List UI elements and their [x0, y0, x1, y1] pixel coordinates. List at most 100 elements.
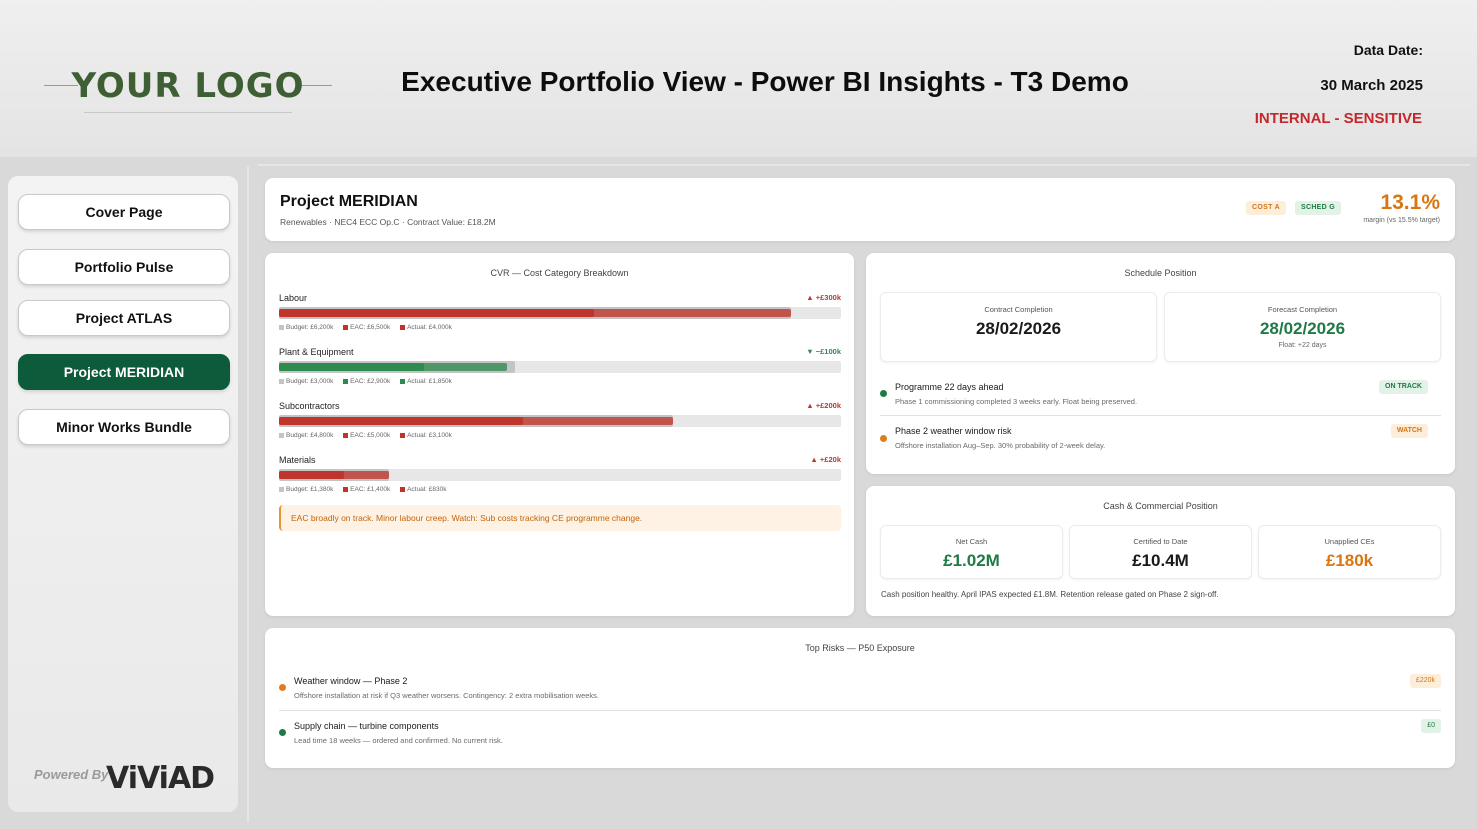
cost-status-badge: COST A [1246, 201, 1286, 215]
cvr-legend: Budget: £1,380k EAC: £1,400k Actual: £83… [279, 486, 454, 493]
cvr-actual-bar [279, 363, 424, 371]
certified-to-date-box: Certified to Date £10.4M [1069, 525, 1252, 579]
cvr-bar-track [279, 361, 841, 373]
risk-title: Supply chain — turbine components [294, 721, 439, 731]
sensitivity-label: INTERNAL - SENSITIVE [1254, 110, 1422, 127]
unapplied-ces-box: Unapplied CEs £180k [1258, 525, 1441, 579]
legend-eac: EAC: £1,400k [343, 486, 390, 493]
unapplied-ces-label: Unapplied CEs [1324, 537, 1375, 546]
cvr-row: Plant & Equipment ▼ −£100k Budget: £3,00… [279, 347, 841, 395]
forecast-completion-label: Forecast Completion [1267, 305, 1338, 314]
legend-budget-swatch [279, 324, 284, 330]
risk-divider [279, 710, 1441, 711]
legend-eac-swatch [343, 432, 349, 438]
cvr-row: Subcontractors ▲ +£200k Budget: £4,800k … [279, 401, 841, 449]
risks-card: Top Risks — P50 Exposure Weather window … [265, 628, 1455, 768]
legend-budget-text: Budget: £3,000k [286, 378, 334, 385]
legend-actual: Actual: £3,100k [400, 432, 452, 439]
cvr-card-title: CVR — Cost Category Breakdown [490, 268, 629, 278]
float-note: Float: +22 days [1278, 342, 1327, 349]
legend-actual-swatch [400, 432, 406, 438]
project-name: Project MERIDIAN [280, 193, 418, 210]
nav-project-meridian-button[interactable]: Project MERIDIAN [18, 354, 230, 390]
risks-card-title: Top Risks — P50 Exposure [805, 643, 915, 653]
legend-actual-text: Actual: £830k [407, 486, 447, 493]
cvr-card: CVR — Cost Category Breakdown Labour ▲ +… [265, 253, 854, 616]
risk-exposure-badge: £0 [1421, 719, 1441, 733]
risk-desc: Offshore installation at risk if Q3 weat… [294, 691, 600, 700]
schedule-card-title: Schedule Position [1124, 268, 1197, 278]
powered-by-label: Powered By [34, 767, 109, 782]
legend-eac-swatch [343, 486, 349, 492]
legend-actual: Actual: £4,000k [400, 324, 452, 331]
unapplied-ces-value: £180k [1325, 551, 1374, 570]
schedule-card: Schedule Position Contract Completion 28… [866, 253, 1455, 474]
cvr-bar-track [279, 307, 841, 319]
legend-eac-swatch [343, 378, 349, 384]
risk-dot [279, 684, 286, 691]
cvr-row-label: Materials [279, 455, 316, 465]
legend-budget-swatch [279, 378, 284, 384]
schedule-item-title: Phase 2 weather window risk [895, 426, 1012, 436]
report-header: YOUR LOGO Executive Portfolio View - Pow… [0, 0, 1477, 157]
legend-budget: Budget: £4,800k [279, 432, 333, 439]
cvr-row-label: Labour [279, 293, 308, 303]
legend-budget-text: Budget: £6,200k [286, 324, 334, 331]
nav-portfolio-pulse-button[interactable]: Portfolio Pulse [18, 249, 230, 285]
legend-actual-text: Actual: £1,850k [407, 378, 452, 385]
legend-budget: Budget: £6,200k [279, 324, 333, 331]
legend-eac: EAC: £2,900k [343, 378, 390, 385]
header-divider [258, 164, 1470, 166]
legend-actual-swatch [400, 324, 406, 330]
legend-eac-text: EAC: £5,000k [350, 432, 391, 439]
net-cash-value: £1.02M [943, 551, 1000, 570]
cvr-row: Materials ▲ +£20k Budget: £1,380k EAC: £… [279, 455, 841, 503]
sidebar-divider [247, 166, 249, 822]
cvr-variance: ▲ +£300k [806, 293, 841, 302]
risk-desc: Lead time 18 weeks — ordered and confirm… [294, 736, 503, 745]
legend-eac: EAC: £6,500k [343, 324, 390, 331]
contract-completion-box: Contract Completion 28/02/2026 [880, 292, 1157, 362]
legend-budget-text: Budget: £1,380k [286, 486, 334, 493]
cvr-actual-bar [279, 471, 344, 479]
nav-cover-page-button[interactable]: Cover Page [18, 194, 230, 230]
nav-project-atlas-button[interactable]: Project ATLAS [18, 300, 230, 336]
project-banner-card: Project MERIDIAN Renewables · NEC4 ECC O… [265, 178, 1455, 241]
net-cash-box: Net Cash £1.02M [880, 525, 1063, 579]
cvr-actual-bar [279, 417, 523, 425]
cash-card-title: Cash & Commercial Position [1103, 501, 1218, 511]
legend-actual: Actual: £1,850k [400, 378, 452, 385]
legend-actual-swatch [400, 378, 406, 384]
on-track-badge: ON TRACK [1379, 380, 1428, 394]
margin-value: 13.1% [1380, 191, 1440, 214]
cvr-legend: Budget: £6,200k EAC: £6,500k Actual: £4,… [279, 324, 460, 331]
cvr-legend: Budget: £4,800k EAC: £5,000k Actual: £3,… [279, 432, 460, 439]
watch-badge: WATCH [1390, 424, 1428, 438]
cvr-variance: ▲ +£20k [810, 455, 841, 464]
forecast-completion-value: 28/02/2026 [1259, 319, 1346, 338]
forecast-completion-box: Forecast Completion 28/02/2026 Float: +2… [1164, 292, 1441, 362]
risk-title: Weather window — Phase 2 [294, 676, 408, 686]
legend-eac-swatch [343, 324, 349, 330]
risk-exposure-badge: £220k [1409, 674, 1441, 688]
schedule-divider [880, 415, 1441, 416]
cvr-note: EAC broadly on track. Minor labour creep… [279, 505, 841, 531]
risk-dot [279, 729, 286, 736]
status-dot [880, 390, 887, 397]
data-date-label: Data Date: [1353, 42, 1423, 58]
legend-eac: EAC: £5,000k [343, 432, 390, 439]
contract-completion-value: 28/02/2026 [975, 319, 1062, 338]
certified-to-date-label: Certified to Date [1133, 537, 1188, 546]
nav-minor-works-bundle-button[interactable]: Minor Works Bundle [18, 409, 230, 445]
legend-eac-text: EAC: £2,900k [350, 378, 391, 385]
page-title: Executive Portfolio View - Power BI Insi… [401, 66, 1129, 97]
vivad-logo: ViViAD [106, 761, 215, 796]
legend-budget-swatch [279, 432, 284, 438]
margin-note: margin (vs 15.5% target) [1363, 217, 1440, 224]
project-subtitle: Renewables · NEC4 ECC Op.C · Contract Va… [280, 217, 496, 227]
net-cash-label: Net Cash [955, 537, 988, 546]
status-dot [880, 435, 887, 442]
company-logo: YOUR LOGO [44, 66, 332, 116]
legend-actual-text: Actual: £4,000k [407, 324, 452, 331]
schedule-item-desc: Offshore installation Aug–Sep. 30% proba… [895, 441, 1106, 450]
